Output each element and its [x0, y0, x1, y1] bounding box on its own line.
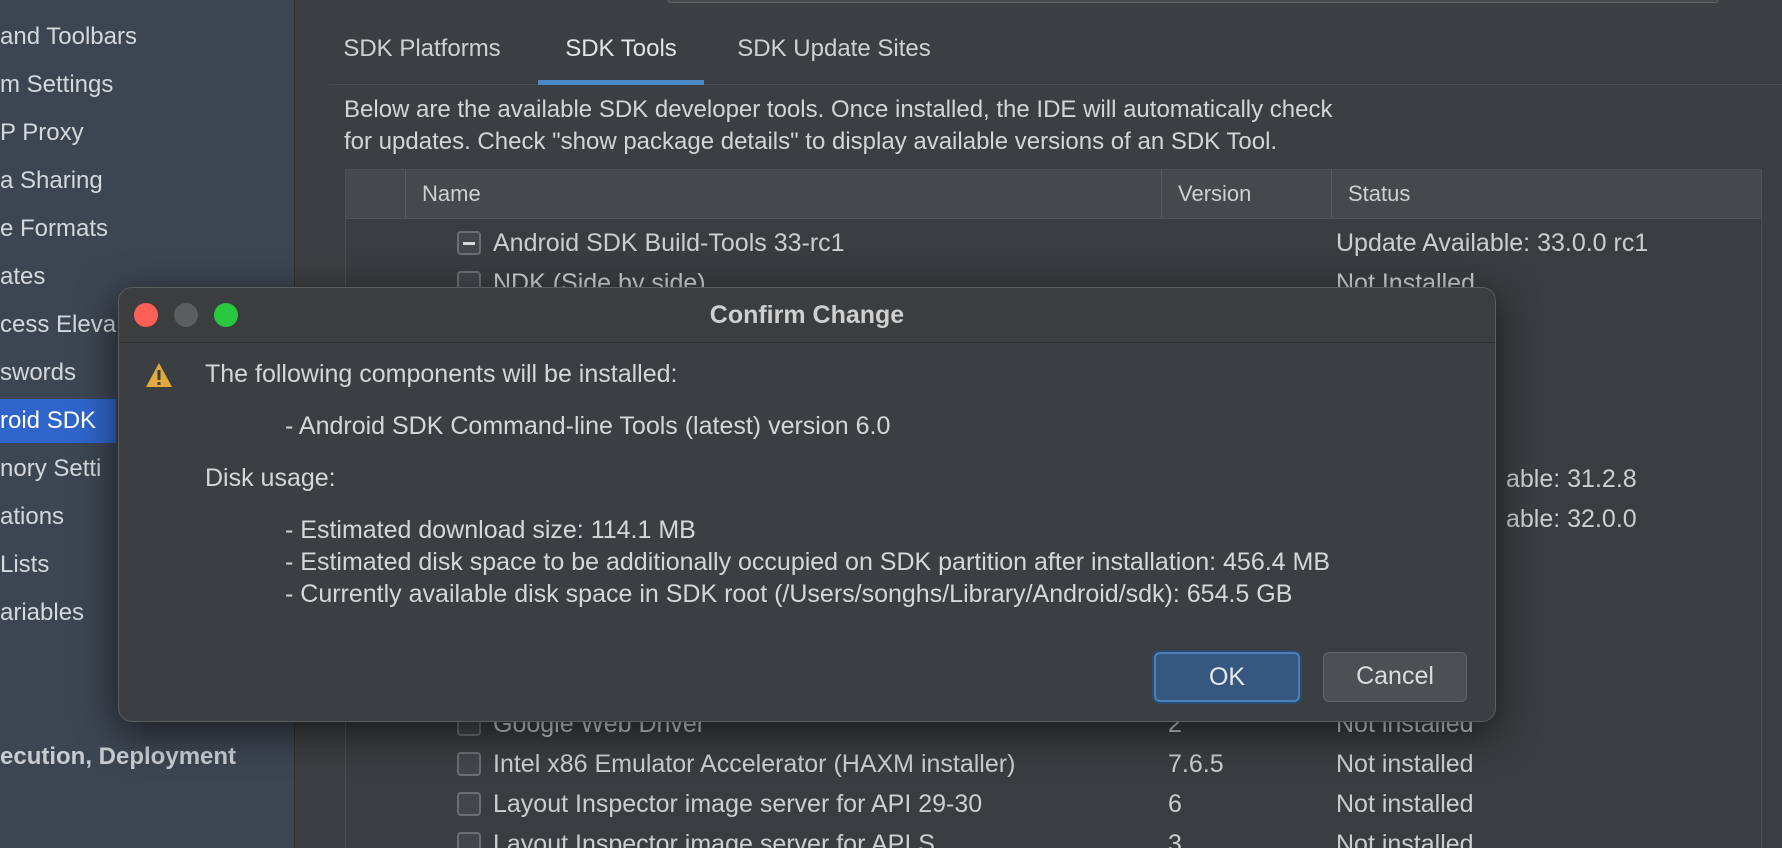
- occupied-space-text: - Estimated disk space to be additionall…: [285, 548, 1331, 576]
- sidebar-item-toolbars[interactable]: and Toolbars: [0, 15, 294, 59]
- row-name: Layout Inspector image server for API S: [493, 830, 935, 848]
- row-status: Not installed: [1336, 830, 1474, 848]
- table-row[interactable]: Intel x86 Emulator Accelerator (HAXM ins…: [346, 744, 1761, 784]
- disk-usage-label: Disk usage:: [205, 464, 336, 492]
- available-space-text: - Currently available disk space in SDK …: [285, 580, 1293, 608]
- sidebar-item-http-proxy[interactable]: P Proxy: [0, 111, 294, 155]
- description-line-2: for updates. Check "show package details…: [344, 128, 1278, 155]
- sidebar-section-build-execution-deployment[interactable]: ecution, Deployment: [0, 735, 294, 779]
- tab-sdk-update-sites[interactable]: SDK Update Sites: [726, 26, 942, 82]
- cancel-button[interactable]: Cancel: [1323, 652, 1467, 702]
- header-checkbox-column: [346, 170, 405, 218]
- sidebar-item-date-formats[interactable]: e Formats: [0, 207, 294, 251]
- header-status[interactable]: Status: [1331, 170, 1761, 218]
- header-name[interactable]: Name: [405, 170, 1161, 218]
- row-checkbox[interactable]: [457, 231, 481, 255]
- row-status: Not installed: [1336, 750, 1474, 778]
- row-version: 7.6.5: [1168, 750, 1224, 778]
- row-checkbox[interactable]: [457, 752, 481, 776]
- ok-button[interactable]: OK: [1154, 652, 1300, 702]
- dialog-titlebar: Confirm Change: [119, 288, 1495, 343]
- sdk-tabs: SDK Platforms SDK Tools SDK Update Sites: [329, 26, 1782, 85]
- download-size-text: - Estimated download size: 114.1 MB: [285, 516, 696, 544]
- tab-sdk-tools[interactable]: SDK Tools: [538, 26, 704, 85]
- description-line-1: Below are the available SDK developer to…: [344, 96, 1333, 123]
- sidebar-item-data-sharing[interactable]: a Sharing: [0, 159, 294, 203]
- row-status: Update Available: 33.0.0 rc1: [1336, 229, 1649, 257]
- row-name: Intel x86 Emulator Accelerator (HAXM ins…: [493, 750, 1016, 778]
- row-name: Layout Inspector image server for API 29…: [493, 790, 983, 818]
- row-status: able: 31.2.8: [1506, 465, 1637, 493]
- row-version: 6: [1168, 790, 1182, 818]
- row-status: able: 32.0.0: [1506, 505, 1637, 533]
- dialog-title: Confirm Change: [709, 301, 905, 329]
- settings-window: and Toolbars m Settings P Proxy a Sharin…: [0, 0, 1782, 848]
- table-header: Name Version Status: [346, 170, 1761, 219]
- component-item: - Android SDK Command-line Tools (latest…: [285, 412, 891, 440]
- header-version[interactable]: Version: [1161, 170, 1331, 218]
- sidebar-item-settings[interactable]: m Settings: [0, 63, 294, 107]
- sdk-location-field[interactable]: [667, 0, 1719, 3]
- table-row[interactable]: Layout Inspector image server for API 29…: [346, 784, 1761, 824]
- row-name: Android SDK Build-Tools 33-rc1: [493, 229, 845, 257]
- row-checkbox[interactable]: [457, 792, 481, 816]
- sidebar-item-android-sdk[interactable]: roid SDK: [0, 399, 116, 443]
- row-status: Not installed: [1336, 790, 1474, 818]
- tab-sdk-platforms[interactable]: SDK Platforms: [329, 26, 515, 82]
- row-version: 3: [1168, 830, 1182, 848]
- table-row[interactable]: Layout Inspector image server for API S …: [346, 824, 1761, 848]
- table-row[interactable]: Android SDK Build-Tools 33-rc1 Update Av…: [346, 223, 1761, 263]
- warning-icon: [145, 362, 173, 393]
- confirm-change-dialog: Confirm Change The following components …: [118, 287, 1496, 722]
- sdk-tools-description: Below are the available SDK developer to…: [344, 94, 1744, 158]
- dialog-intro-text: The following components will be install…: [205, 360, 678, 388]
- row-checkbox[interactable]: [457, 832, 481, 848]
